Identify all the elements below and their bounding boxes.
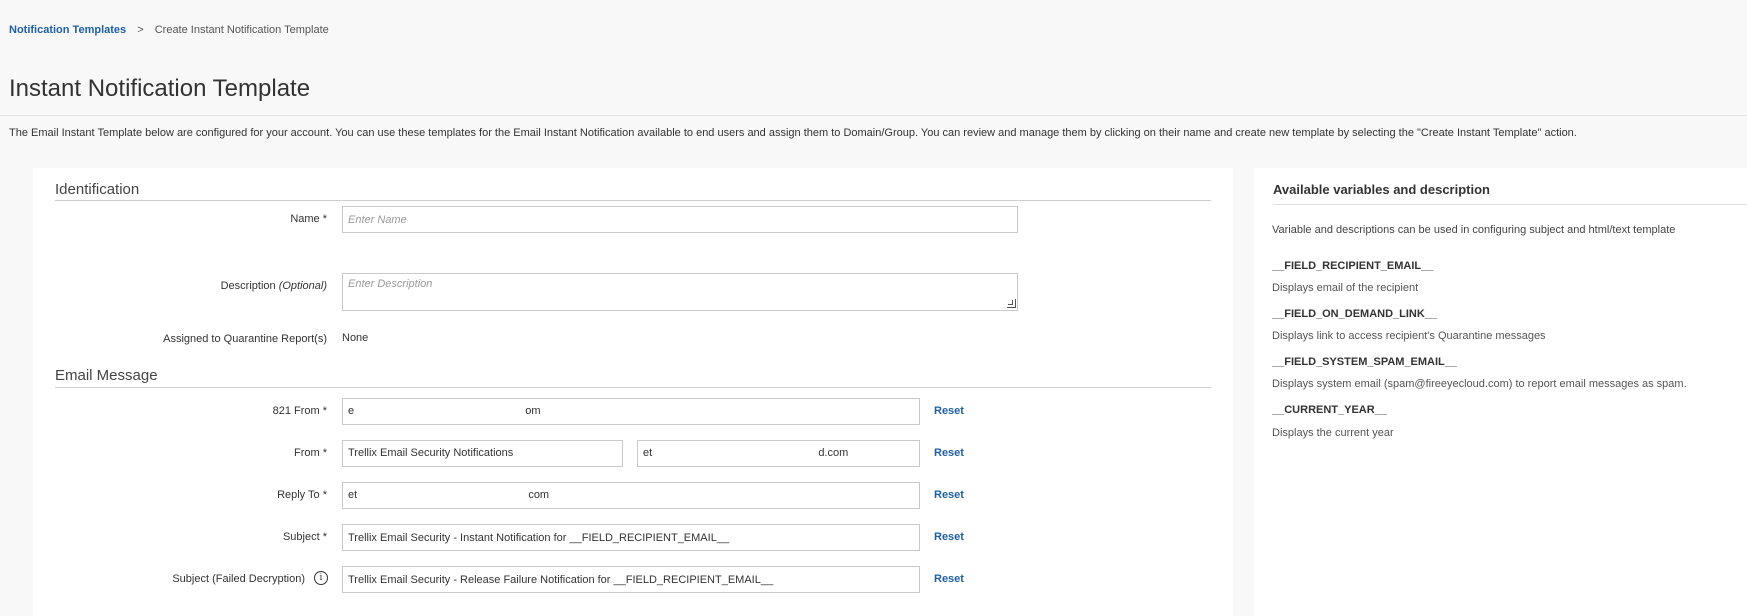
variable-name: __FIELD_RECIPIENT_EMAIL__ <box>1272 260 1434 272</box>
description-label: Description (Optional) <box>27 280 327 292</box>
variable-description: Displays the current year <box>1272 427 1394 439</box>
name-label-wrap: Name * <box>33 213 327 233</box>
variable-name: __FIELD_SYSTEM_SPAM_EMAIL__ <box>1272 356 1458 368</box>
reply-to-prefix: et <box>348 489 358 501</box>
from-email-suffix: d.com <box>818 447 849 459</box>
assigned-value: None <box>342 332 369 344</box>
page-intro-text: The Email Instant Template below are con… <box>9 127 1577 139</box>
reset-821-from-button[interactable]: Reset <box>934 405 964 417</box>
section-divider <box>55 387 1211 388</box>
variable-description: Displays link to access recipient's Quar… <box>1272 330 1546 342</box>
name-label: Name * <box>290 213 327 225</box>
reset-subject-failed-button[interactable]: Reset <box>934 573 964 585</box>
reset-subject-button[interactable]: Reset <box>934 531 964 543</box>
assigned-label: Assigned to Quarantine Report(s) <box>163 333 327 345</box>
subject-label-wrap: Subject * <box>33 531 327 551</box>
variables-panel-divider <box>1273 204 1747 205</box>
reply-to-label-wrap: Reply To * <box>33 489 327 509</box>
name-input[interactable] <box>342 206 1018 233</box>
section-title-identification: Identification <box>55 181 140 198</box>
subject-failed-label: Subject (Failed Decryption) <box>172 573 305 585</box>
section-title-email-message: Email Message <box>55 367 158 384</box>
from821-label: 821 From * <box>272 405 327 417</box>
from-name-input[interactable]: Trellix Email Security Notifications <box>342 440 623 467</box>
variables-panel-title: Available variables and description <box>1273 182 1490 197</box>
title-divider <box>0 115 1747 116</box>
from-email-input[interactable]: et d.com <box>637 440 920 467</box>
from-name-value: Trellix Email Security Notifications <box>348 447 514 459</box>
subject-failed-label-wrap: Subject (Failed Decryption) <box>33 573 327 593</box>
from821-value-prefix: e <box>348 405 355 417</box>
from-label-wrap: From * <box>33 447 327 467</box>
breadcrumb-link-notification-templates[interactable]: Notification Templates <box>9 24 126 36</box>
page-title: Instant Notification Template <box>9 75 311 102</box>
from821-value-suffix: om <box>525 405 541 417</box>
reset-from-button[interactable]: Reset <box>934 447 964 459</box>
breadcrumb-separator: > <box>137 24 144 36</box>
description-input[interactable] <box>342 273 1018 311</box>
variable-description: Displays email of the recipient <box>1272 282 1419 294</box>
subject-failed-input[interactable] <box>342 566 920 593</box>
info-icon[interactable]: i <box>314 571 328 585</box>
subject-input[interactable] <box>342 524 920 551</box>
assigned-label-wrap: Assigned to Quarantine Report(s) <box>33 333 327 353</box>
template-form-card: Identification Name * Description (Optio… <box>33 168 1233 616</box>
description-label-wrap: Description (Optional) <box>33 280 327 300</box>
reply-to-input[interactable]: et com <box>342 482 920 509</box>
description-label-text: Description <box>220 280 276 292</box>
from821-input[interactable]: e om <box>342 398 920 425</box>
subject-label: Subject * <box>282 531 327 543</box>
reply-to-label: Reply To * <box>277 489 327 501</box>
reset-reply-to-button[interactable]: Reset <box>934 489 964 501</box>
variable-name: __CURRENT_YEAR__ <box>1272 404 1387 416</box>
variable-name: __FIELD_ON_DEMAND_LINK__ <box>1272 308 1438 320</box>
from-email-prefix: et <box>643 447 653 459</box>
from-label: From * <box>294 447 327 459</box>
variables-panel-intro: Variable and descriptions can be used in… <box>1272 224 1676 236</box>
from821-label-wrap: 821 From * <box>33 405 327 425</box>
breadcrumb-current: Create Instant Notification Template <box>154 24 329 36</box>
section-divider <box>55 200 1211 201</box>
textarea-resize-handle[interactable] <box>1007 299 1016 308</box>
breadcrumb: Notification Templates > Create Instant … <box>9 24 329 36</box>
reply-to-suffix: com <box>528 489 550 501</box>
variable-description: Displays system email (spam@fireeyecloud… <box>1272 378 1687 390</box>
variables-panel: Available variables and description Vari… <box>1254 168 1747 616</box>
description-optional-text: (Optional) <box>278 280 327 292</box>
